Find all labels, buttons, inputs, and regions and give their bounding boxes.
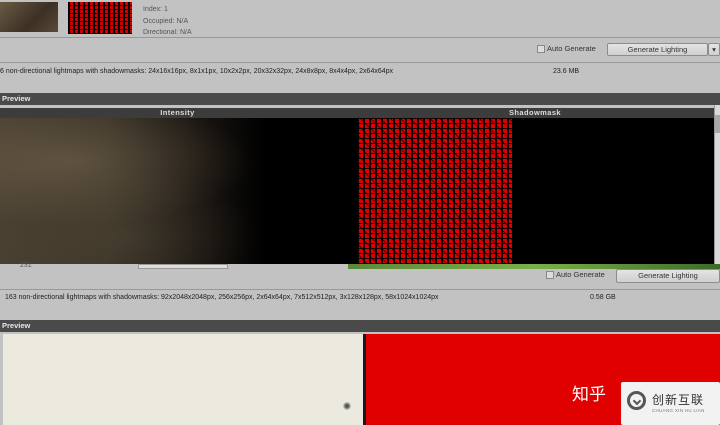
divider bbox=[0, 37, 720, 38]
lightmap-thumbnail-strip[interactable] bbox=[138, 264, 228, 269]
directional-label: Directional: N/A bbox=[143, 29, 192, 34]
lightmap-size: 0.58 GB bbox=[590, 294, 616, 301]
generate-lighting-button[interactable]: Generate Lighting bbox=[607, 43, 708, 56]
lightmap-index-number: 231 bbox=[20, 262, 32, 267]
brand-subtitle: CHUANG XIN HU LIAN bbox=[652, 408, 705, 413]
shadowmask-texture bbox=[357, 118, 512, 264]
scrollbar-thumb[interactable] bbox=[715, 115, 720, 133]
lightmap-size: 23.6 MB bbox=[553, 68, 580, 75]
index-label: Index: 1 bbox=[143, 6, 168, 13]
auto-generate-checkbox[interactable] bbox=[537, 45, 545, 53]
generate-lighting-dropdown-icon[interactable]: ▾ bbox=[708, 43, 720, 56]
lightmap-thumbnail-intensity[interactable] bbox=[0, 2, 58, 32]
divider bbox=[0, 62, 720, 63]
auto-generate-label: Auto Generate bbox=[547, 44, 596, 53]
shadowmask-preview bbox=[355, 118, 715, 264]
shadowmask-column-header: Shadowmask bbox=[355, 108, 715, 118]
preview-header[interactable]: Preview bbox=[0, 93, 720, 105]
texture-speck bbox=[341, 402, 353, 410]
auto-generate-label: Auto Generate bbox=[556, 270, 605, 279]
brand-name: 创新互联 bbox=[652, 393, 705, 407]
divider bbox=[0, 289, 720, 290]
preview-scrollbar[interactable] bbox=[714, 105, 720, 264]
auto-generate-checkbox[interactable] bbox=[546, 271, 554, 279]
intensity-preview bbox=[0, 118, 355, 264]
zhihu-watermark: 知乎 bbox=[572, 385, 606, 405]
brand-logo-icon bbox=[627, 391, 646, 410]
intensity-preview bbox=[3, 334, 363, 425]
lightmap-summary: 6 non-directional lightmaps with shadowm… bbox=[0, 68, 394, 75]
generate-lighting-button[interactable]: Generate Lighting bbox=[616, 269, 720, 283]
brand-watermark: 创新互联 CHUANG XIN HU LIAN bbox=[621, 382, 720, 425]
intensity-column-header: Intensity bbox=[0, 108, 355, 118]
lightmap-summary: 163 non-directional lightmaps with shado… bbox=[5, 294, 439, 301]
occupied-label: Occupied: N/A bbox=[143, 18, 189, 25]
lightmap-inspector-top: Index: 1 Occupied: N/A Directional: N/A … bbox=[0, 0, 720, 90]
lightmap-thumbnail-shadowmask[interactable] bbox=[68, 2, 132, 34]
lightmap-inspector-bottom: 231 Auto Generate Generate Lighting 163 … bbox=[0, 262, 720, 319]
preview-header[interactable]: Preview bbox=[0, 320, 720, 332]
